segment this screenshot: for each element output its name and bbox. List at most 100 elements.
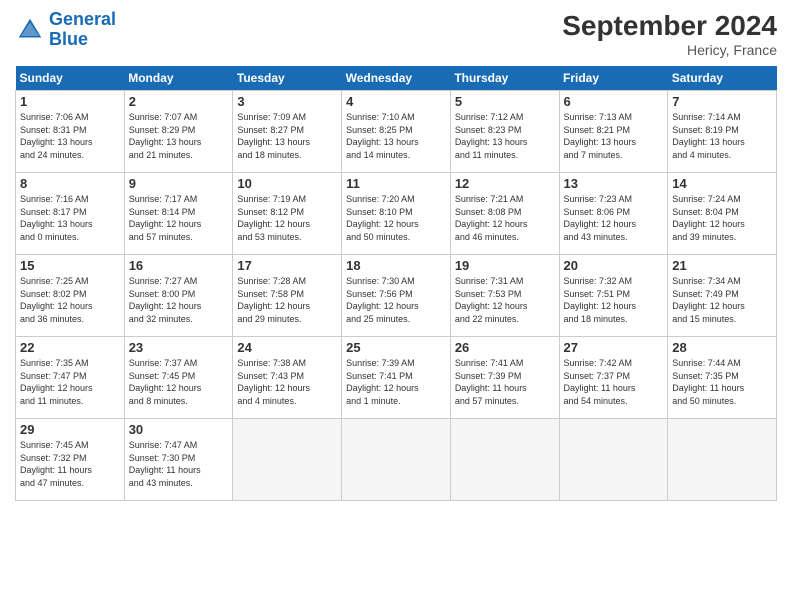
day-info: Sunrise: 7:39 AM Sunset: 7:41 PM Dayligh… [346,357,446,407]
day-info: Sunrise: 7:28 AM Sunset: 7:58 PM Dayligh… [237,275,337,325]
col-thursday: Thursday [450,66,559,91]
table-row [668,419,777,501]
day-number: 15 [20,258,120,273]
day-number: 16 [129,258,229,273]
day-number: 22 [20,340,120,355]
day-info: Sunrise: 7:17 AM Sunset: 8:14 PM Dayligh… [129,193,229,243]
table-row: 9Sunrise: 7:17 AM Sunset: 8:14 PM Daylig… [124,173,233,255]
day-info: Sunrise: 7:47 AM Sunset: 7:30 PM Dayligh… [129,439,229,489]
table-row [233,419,342,501]
day-number: 18 [346,258,446,273]
day-number: 24 [237,340,337,355]
calendar-table: Sunday Monday Tuesday Wednesday Thursday… [15,66,777,501]
table-row: 23 Sunrise: 7:37 AM Sunset: 7:45 PM Dayli… [124,337,233,419]
day-number: 13 [564,176,664,191]
table-row: 11Sunrise: 7:20 AM Sunset: 8:10 PM Dayli… [342,173,451,255]
day-info: Sunrise: 7:21 AM Sunset: 8:08 PM Dayligh… [455,193,555,243]
col-saturday: Saturday [668,66,777,91]
day-number: 23 [129,340,229,355]
day-number: 2 [129,94,229,109]
table-row: 22 Sunrise: 7:35 AM Sunset: 7:47 PM Dayli… [16,337,125,419]
calendar-row: 1 Sunrise: 7:06 AM Sunset: 8:31 PM Daylig… [16,91,777,173]
table-row [559,419,668,501]
day-info: Sunrise: 7:07 AM Sunset: 8:29 PM Dayligh… [129,111,229,161]
day-number: 8 [20,176,120,191]
day-number: 7 [672,94,772,109]
table-row: 27 Sunrise: 7:42 AM Sunset: 7:37 PM Dayli… [559,337,668,419]
day-info: Sunrise: 7:45 AM Sunset: 7:32 PM Dayligh… [20,439,120,489]
table-row: 28 Sunrise: 7:44 AM Sunset: 7:35 PM Dayli… [668,337,777,419]
table-row: 25 Sunrise: 7:39 AM Sunset: 7:41 PM Dayli… [342,337,451,419]
day-number: 25 [346,340,446,355]
table-row: 14 Sunrise: 7:24 AM Sunset: 8:04 PM Dayli… [668,173,777,255]
day-info: Sunrise: 7:09 AM Sunset: 8:27 PM Dayligh… [237,111,337,161]
calendar-row: 8Sunrise: 7:16 AM Sunset: 8:17 PM Daylig… [16,173,777,255]
table-row: 7 Sunrise: 7:14 AM Sunset: 8:19 PM Daylig… [668,91,777,173]
table-row: 13 Sunrise: 7:23 AM Sunset: 8:06 PM Dayli… [559,173,668,255]
page-container: General Blue September 2024 Hericy, Fran… [0,0,792,511]
logo-icon [15,15,45,45]
header-row: Sunday Monday Tuesday Wednesday Thursday… [16,66,777,91]
table-row: 4Sunrise: 7:10 AM Sunset: 8:25 PM Daylig… [342,91,451,173]
table-row: 18 Sunrise: 7:30 AM Sunset: 7:56 PM Dayli… [342,255,451,337]
month-title: September 2024 [562,10,777,42]
day-info: Sunrise: 7:10 AM Sunset: 8:25 PM Dayligh… [346,111,446,161]
day-info: Sunrise: 7:37 AM Sunset: 7:45 PM Dayligh… [129,357,229,407]
table-row: 5 Sunrise: 7:12 AM Sunset: 8:23 PM Daylig… [450,91,559,173]
table-row: 8Sunrise: 7:16 AM Sunset: 8:17 PM Daylig… [16,173,125,255]
table-row: 6Sunrise: 7:13 AM Sunset: 8:21 PM Daylig… [559,91,668,173]
day-number: 21 [672,258,772,273]
table-row: 10Sunrise: 7:19 AM Sunset: 8:12 PM Dayli… [233,173,342,255]
table-row: 3 Sunrise: 7:09 AM Sunset: 8:27 PM Daylig… [233,91,342,173]
col-sunday: Sunday [16,66,125,91]
table-row: 15 Sunrise: 7:25 AM Sunset: 8:02 PM Dayli… [16,255,125,337]
calendar-row: 29 Sunrise: 7:45 AM Sunset: 7:32 PM Dayli… [16,419,777,501]
table-row: 26 Sunrise: 7:41 AM Sunset: 7:39 PM Dayli… [450,337,559,419]
day-info: Sunrise: 7:35 AM Sunset: 7:47 PM Dayligh… [20,357,120,407]
day-info: Sunrise: 7:32 AM Sunset: 7:51 PM Dayligh… [564,275,664,325]
header: General Blue September 2024 Hericy, Fran… [15,10,777,58]
day-info: Sunrise: 7:24 AM Sunset: 8:04 PM Dayligh… [672,193,772,243]
day-info: Sunrise: 7:14 AM Sunset: 8:19 PM Dayligh… [672,111,772,161]
day-info: Sunrise: 7:42 AM Sunset: 7:37 PM Dayligh… [564,357,664,407]
table-row [342,419,451,501]
calendar-row: 22 Sunrise: 7:35 AM Sunset: 7:47 PM Dayli… [16,337,777,419]
day-info: Sunrise: 7:25 AM Sunset: 8:02 PM Dayligh… [20,275,120,325]
day-number: 29 [20,422,120,437]
table-row: 20 Sunrise: 7:32 AM Sunset: 7:51 PM Dayli… [559,255,668,337]
day-number: 20 [564,258,664,273]
day-info: Sunrise: 7:30 AM Sunset: 7:56 PM Dayligh… [346,275,446,325]
table-row: 19Sunrise: 7:31 AM Sunset: 7:53 PM Dayli… [450,255,559,337]
calendar-row: 15 Sunrise: 7:25 AM Sunset: 8:02 PM Dayli… [16,255,777,337]
col-wednesday: Wednesday [342,66,451,91]
col-monday: Monday [124,66,233,91]
day-number: 28 [672,340,772,355]
day-number: 26 [455,340,555,355]
table-row: 12 Sunrise: 7:21 AM Sunset: 8:08 PM Dayli… [450,173,559,255]
day-number: 17 [237,258,337,273]
day-number: 5 [455,94,555,109]
day-number: 6 [564,94,664,109]
table-row: 2 Sunrise: 7:07 AM Sunset: 8:29 PM Daylig… [124,91,233,173]
table-row [450,419,559,501]
col-tuesday: Tuesday [233,66,342,91]
day-info: Sunrise: 7:19 AM Sunset: 8:12 PM Dayligh… [237,193,337,243]
logo-text: General Blue [49,10,116,50]
day-number: 3 [237,94,337,109]
table-row: 21Sunrise: 7:34 AM Sunset: 7:49 PM Dayli… [668,255,777,337]
day-number: 11 [346,176,446,191]
day-number: 30 [129,422,229,437]
day-number: 12 [455,176,555,191]
day-number: 14 [672,176,772,191]
day-info: Sunrise: 7:23 AM Sunset: 8:06 PM Dayligh… [564,193,664,243]
day-info: Sunrise: 7:44 AM Sunset: 7:35 PM Dayligh… [672,357,772,407]
day-info: Sunrise: 7:06 AM Sunset: 8:31 PM Dayligh… [20,111,120,161]
table-row: 16Sunrise: 7:27 AM Sunset: 8:00 PM Dayli… [124,255,233,337]
col-friday: Friday [559,66,668,91]
day-number: 27 [564,340,664,355]
day-info: Sunrise: 7:12 AM Sunset: 8:23 PM Dayligh… [455,111,555,161]
day-info: Sunrise: 7:38 AM Sunset: 7:43 PM Dayligh… [237,357,337,407]
day-info: Sunrise: 7:41 AM Sunset: 7:39 PM Dayligh… [455,357,555,407]
table-row: 1 Sunrise: 7:06 AM Sunset: 8:31 PM Daylig… [16,91,125,173]
day-number: 1 [20,94,120,109]
